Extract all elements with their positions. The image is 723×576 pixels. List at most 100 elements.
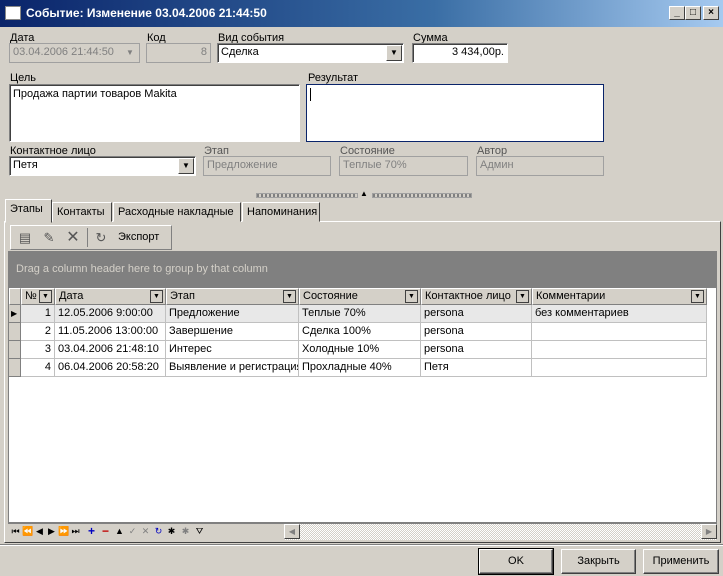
group-by-panel[interactable]: Drag a column header here to group by th…	[8, 251, 717, 287]
table-cell[interactable]	[532, 323, 707, 341]
column-header-number[interactable]: № ▼	[21, 288, 55, 305]
table-cell[interactable]	[532, 359, 707, 377]
tab-stages[interactable]: Этапы	[5, 199, 52, 223]
column-header-label: №	[25, 290, 37, 302]
prev-page-icon[interactable]: ⏪	[22, 525, 33, 538]
table-cell[interactable]: 06.04.2006 20:58:20	[55, 359, 166, 377]
first-page-icon[interactable]: ⏮	[10, 525, 21, 538]
table-cell[interactable]: Петя	[421, 359, 532, 377]
next-record-icon[interactable]: ▶	[46, 525, 57, 538]
delete-record-icon[interactable]: −	[100, 525, 111, 538]
table-cell[interactable]: 11.05.2006 13:00:00	[55, 323, 166, 341]
apply-button[interactable]: Применить	[643, 549, 719, 574]
table-cell[interactable]: Сделка 100%	[299, 323, 421, 341]
chevron-down-icon[interactable]: ▼	[283, 290, 296, 303]
column-header-stage[interactable]: Этап ▼	[166, 288, 299, 305]
table-cell[interactable]: Теплые 70%	[299, 305, 421, 323]
scroll-right-icon[interactable]: ▶	[701, 524, 717, 539]
column-header-date[interactable]: Дата ▼	[55, 288, 166, 305]
contact-value: Петя	[13, 159, 38, 171]
next-page-icon[interactable]: ⏩	[58, 525, 69, 538]
table-cell[interactable]: 3	[21, 341, 55, 359]
date-dropdown-icon[interactable]: ▼	[122, 45, 138, 61]
splitter-grip-left[interactable]	[256, 193, 358, 198]
column-header-state[interactable]: Состояние ▼	[299, 288, 421, 305]
close-icon[interactable]: ×	[703, 6, 719, 20]
table-cell[interactable]: Холодные 10%	[299, 341, 421, 359]
maximize-icon[interactable]: □	[685, 6, 701, 20]
chevron-down-icon[interactable]: ▼	[178, 158, 194, 174]
table-cell[interactable]: 1	[21, 305, 55, 323]
row-indicator	[9, 359, 21, 377]
edit-record-nav-icon[interactable]: ▲	[114, 525, 125, 538]
tab-invoices[interactable]: Расходные накладные	[113, 202, 241, 222]
goal-value: Продажа партии товаров Makita	[13, 88, 177, 100]
table-cell[interactable]: Прохладные 40%	[299, 359, 421, 377]
chevron-down-icon[interactable]: ▼	[39, 290, 52, 303]
table-cell[interactable]: Выявление и регистрация	[166, 359, 299, 377]
export-button[interactable]: Экспорт	[118, 231, 159, 243]
chevron-down-icon[interactable]: ▼	[405, 290, 418, 303]
new-record-icon[interactable]: ▤	[16, 229, 34, 246]
close-button[interactable]: Закрыть	[561, 549, 636, 574]
last-page-icon[interactable]: ⏭	[70, 525, 81, 538]
table-cell[interactable]	[532, 341, 707, 359]
result-textarea[interactable]	[306, 84, 604, 142]
row-indicator	[9, 341, 21, 359]
tab-reminders[interactable]: Напоминания	[242, 202, 320, 222]
stage-field: Предложение	[203, 156, 331, 176]
row-indicator	[9, 323, 21, 341]
text-cursor	[310, 88, 311, 101]
table-cell[interactable]: 4	[21, 359, 55, 377]
table-cell[interactable]: 12.05.2006 9:00:00	[55, 305, 166, 323]
toolbar-divider	[87, 228, 88, 247]
chevron-down-icon[interactable]: ▼	[386, 45, 402, 61]
table-cell[interactable]: Предложение	[166, 305, 299, 323]
sum-field[interactable]: 3 434,00р.	[412, 43, 508, 63]
splitter-collapse-icon[interactable]: ▲	[358, 189, 370, 199]
chevron-down-icon[interactable]: ▼	[691, 290, 704, 303]
scroll-left-icon[interactable]: ◀	[284, 524, 300, 539]
splitter-grip-right[interactable]	[372, 193, 472, 198]
horizontal-scrollbar[interactable]	[284, 523, 717, 540]
minimize-icon[interactable]: _	[669, 6, 685, 20]
goal-textarea[interactable]: Продажа партии товаров Makita	[9, 84, 300, 142]
table-cell[interactable]: persona	[421, 323, 532, 341]
tab-reminders-label: Напоминания	[247, 206, 318, 218]
cancel-edit-icon[interactable]: ✕	[140, 525, 151, 538]
goto-bookmark-icon[interactable]: ✱	[180, 525, 191, 538]
prev-record-icon[interactable]: ◀	[34, 525, 45, 538]
chevron-down-icon[interactable]: ▼	[150, 290, 163, 303]
column-header-comments[interactable]: Комментарии ▼	[532, 288, 707, 305]
column-header-contact[interactable]: Контактное лицо ▼	[421, 288, 532, 305]
event-type-select[interactable]: Сделка ▼	[217, 43, 404, 63]
tab-contacts[interactable]: Контакты	[52, 202, 112, 222]
table-cell[interactable]: 03.04.2006 21:48:10	[55, 341, 166, 359]
contact-select[interactable]: Петя ▼	[9, 156, 196, 176]
table-cell[interactable]: 2	[21, 323, 55, 341]
insert-record-icon[interactable]: +	[86, 525, 97, 538]
date-field[interactable]: 03.04.2006 21:44:50 ▼	[9, 43, 140, 63]
column-header-label: Этап	[170, 290, 195, 302]
post-record-icon[interactable]: ✓	[127, 525, 138, 538]
window-title: Событие: Изменение 03.04.2006 21:44:50	[26, 6, 267, 20]
refresh-icon[interactable]: ↻	[92, 229, 110, 246]
ok-button[interactable]: OK	[478, 548, 554, 575]
table-cell[interactable]: persona	[421, 341, 532, 359]
table-cell[interactable]: persona	[421, 305, 532, 323]
table-cell[interactable]: Завершение	[166, 323, 299, 341]
delete-icon[interactable]: ✕	[64, 229, 82, 246]
filter-icon[interactable]: ⛛	[194, 525, 205, 538]
bookmark-icon[interactable]: ✱	[166, 525, 177, 538]
column-header-label: Контактное лицо	[425, 290, 511, 302]
table-cell[interactable]: Интерес	[166, 341, 299, 359]
chevron-down-icon[interactable]: ▼	[516, 290, 529, 303]
current-row-indicator-icon: ▶	[9, 305, 21, 323]
refresh-records-icon[interactable]: ↻	[153, 525, 164, 538]
edit-record-icon[interactable]: ✎	[40, 229, 58, 246]
bottom-divider	[0, 544, 723, 546]
window-icon	[5, 6, 21, 20]
table-cell[interactable]: без комментариев	[532, 305, 707, 323]
stage-value: Предложение	[207, 159, 278, 171]
event-type-value: Сделка	[221, 46, 259, 58]
